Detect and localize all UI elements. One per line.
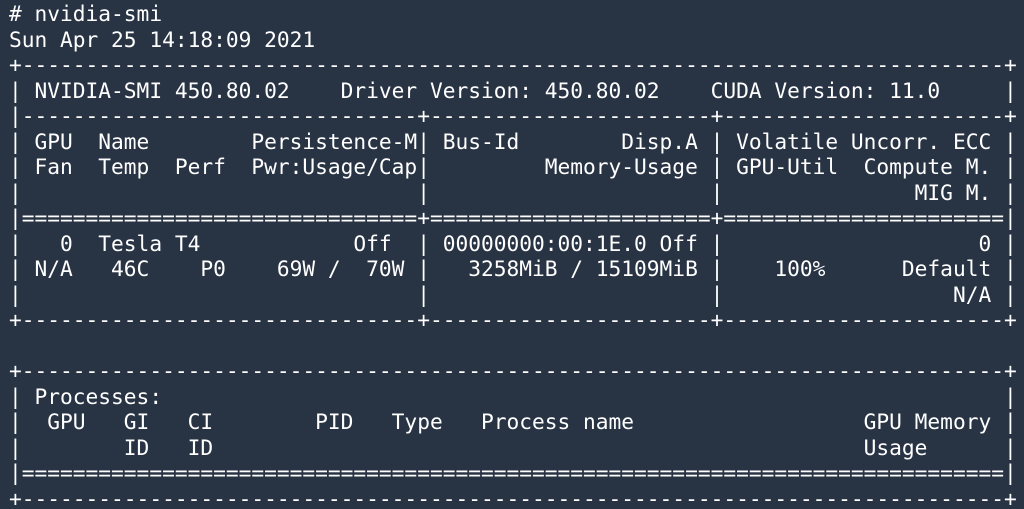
processes-header-row-1: | GPU GI CI PID Type Process name GPU Me… [9,409,1017,434]
table-header-separator: |===============================+=======… [9,205,1017,230]
gpu-header-row-1: | GPU Name Persistence-M| Bus-Id Disp.A … [9,128,1017,154]
smi-version-row: | NVIDIA-SMI 450.80.02 Driver Version: 4… [9,77,1017,103]
gpu-header-row-3: | | | MIG M. | [9,179,1017,205]
processes-header-row-2: | ID ID Usage | [9,434,1017,460]
table-divider: |-------------------------------+-------… [9,103,1017,128]
processes-header-separator: |=======================================… [9,460,1017,485]
terminal-line-command: # nvidia-smi [9,1,163,26]
terminal-window[interactable]: # nvidia-smi Sun Apr 25 14:18:09 2021 +-… [0,0,1024,509]
processes-border-bottom: +---------------------------------------… [9,485,1017,509]
processes-title: | Processes: | [9,383,1017,409]
table-border-bottom: +-------------------------------+-------… [9,307,1017,332]
terminal-line-timestamp: Sun Apr 25 14:18:09 2021 [9,26,316,52]
gpu-row-3: | | | N/A | [9,281,1017,307]
gpu-header-row-2: | Fan Temp Perf Pwr:Usage/Cap| Memory-Us… [9,154,1017,179]
table-border-top: +---------------------------------------… [9,52,1017,77]
gpu-row-1: | 0 Tesla T4 Off | 00000000:00:1E.0 Off … [9,230,1017,256]
gpu-row-2: | N/A 46C P0 69W / 70W | 3258MiB / 15109… [9,256,1017,281]
processes-border-top: +---------------------------------------… [9,358,1017,383]
